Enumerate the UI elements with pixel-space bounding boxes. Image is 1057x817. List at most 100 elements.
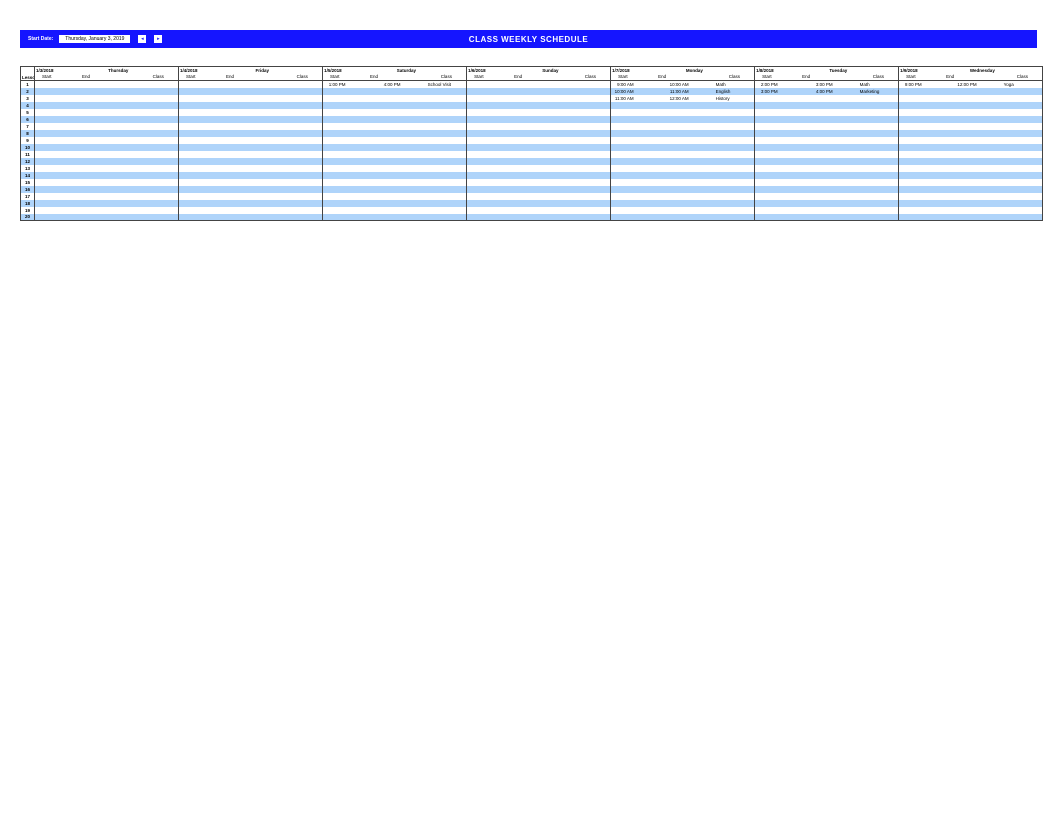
- cell-class[interactable]: [139, 123, 179, 130]
- cell-end[interactable]: [491, 95, 546, 102]
- cell-class[interactable]: [1003, 123, 1043, 130]
- cell-class[interactable]: [283, 88, 323, 95]
- cell-class[interactable]: [283, 186, 323, 193]
- cell-class[interactable]: [715, 200, 755, 207]
- cell-end[interactable]: [203, 151, 258, 158]
- cell-start[interactable]: [179, 179, 203, 186]
- cell-start[interactable]: [179, 109, 203, 116]
- cell-start[interactable]: [467, 144, 491, 151]
- cell-start[interactable]: [611, 207, 635, 214]
- cell-end[interactable]: [635, 179, 690, 186]
- cell-class[interactable]: [859, 158, 899, 165]
- cell-start[interactable]: 9:00 AM: [611, 81, 635, 88]
- cell-class[interactable]: [139, 116, 179, 123]
- cell-end[interactable]: [635, 144, 690, 151]
- cell-start[interactable]: [179, 165, 203, 172]
- cell-start[interactable]: [611, 130, 635, 137]
- cell-start[interactable]: [467, 81, 491, 88]
- cell-end[interactable]: [635, 165, 690, 172]
- cell-end[interactable]: [779, 207, 834, 214]
- cell-class[interactable]: [715, 130, 755, 137]
- cell-end[interactable]: [59, 214, 114, 221]
- cell-class[interactable]: [715, 214, 755, 221]
- cell-start[interactable]: [467, 158, 491, 165]
- cell-end[interactable]: [923, 193, 978, 200]
- start-date-input[interactable]: Thursday, January 3, 2019: [59, 35, 130, 43]
- cell-class[interactable]: [859, 172, 899, 179]
- cell-start[interactable]: [35, 144, 59, 151]
- cell-start[interactable]: [899, 116, 923, 123]
- cell-start[interactable]: [179, 207, 203, 214]
- cell-start[interactable]: [179, 123, 203, 130]
- cell-start[interactable]: [35, 95, 59, 102]
- cell-start[interactable]: [611, 102, 635, 109]
- cell-start[interactable]: [755, 200, 779, 207]
- cell-class[interactable]: [427, 193, 467, 200]
- cell-start[interactable]: [899, 165, 923, 172]
- cell-end[interactable]: [635, 172, 690, 179]
- cell-class[interactable]: [427, 102, 467, 109]
- cell-class[interactable]: [571, 214, 611, 221]
- cell-class[interactable]: [139, 81, 179, 88]
- cell-start[interactable]: [611, 109, 635, 116]
- cell-class[interactable]: [139, 102, 179, 109]
- cell-start[interactable]: [467, 165, 491, 172]
- cell-class[interactable]: [427, 88, 467, 95]
- cell-class[interactable]: [427, 123, 467, 130]
- cell-start[interactable]: [755, 193, 779, 200]
- cell-start[interactable]: [323, 193, 347, 200]
- cell-start[interactable]: [35, 193, 59, 200]
- cell-class[interactable]: [571, 102, 611, 109]
- cell-end[interactable]: 10:00 AM: [635, 81, 690, 88]
- cell-start[interactable]: [35, 200, 59, 207]
- cell-class[interactable]: [1003, 158, 1043, 165]
- cell-class[interactable]: [859, 193, 899, 200]
- cell-class[interactable]: [859, 123, 899, 130]
- cell-class[interactable]: [139, 200, 179, 207]
- cell-end[interactable]: [923, 95, 978, 102]
- cell-class[interactable]: [283, 130, 323, 137]
- cell-end[interactable]: [779, 144, 834, 151]
- cell-end[interactable]: [779, 151, 834, 158]
- cell-start[interactable]: [323, 186, 347, 193]
- cell-start[interactable]: [755, 95, 779, 102]
- cell-class[interactable]: [1003, 130, 1043, 137]
- cell-start[interactable]: [611, 214, 635, 221]
- cell-start[interactable]: [755, 179, 779, 186]
- cell-start[interactable]: [611, 123, 635, 130]
- cell-class[interactable]: [859, 165, 899, 172]
- cell-start[interactable]: [755, 137, 779, 144]
- cell-end[interactable]: 4:00 PM: [779, 88, 834, 95]
- cell-start[interactable]: [899, 193, 923, 200]
- cell-end[interactable]: [203, 172, 258, 179]
- cell-end[interactable]: [491, 200, 546, 207]
- cell-end[interactable]: [779, 123, 834, 130]
- cell-end[interactable]: [635, 130, 690, 137]
- cell-start[interactable]: [35, 186, 59, 193]
- cell-class[interactable]: [427, 95, 467, 102]
- cell-end[interactable]: [59, 102, 114, 109]
- cell-end[interactable]: [491, 151, 546, 158]
- cell-end[interactable]: [347, 95, 402, 102]
- cell-end[interactable]: [491, 130, 546, 137]
- cell-end[interactable]: [923, 144, 978, 151]
- cell-class[interactable]: [715, 116, 755, 123]
- cell-end[interactable]: [491, 165, 546, 172]
- cell-start[interactable]: [35, 165, 59, 172]
- cell-start[interactable]: [35, 214, 59, 221]
- cell-end[interactable]: [203, 179, 258, 186]
- cell-start[interactable]: [755, 130, 779, 137]
- cell-end[interactable]: [347, 172, 402, 179]
- cell-class[interactable]: [139, 172, 179, 179]
- cell-class[interactable]: [283, 102, 323, 109]
- cell-class[interactable]: [139, 109, 179, 116]
- cell-start[interactable]: [611, 186, 635, 193]
- cell-end[interactable]: [923, 186, 978, 193]
- cell-class[interactable]: [715, 144, 755, 151]
- cell-end[interactable]: [59, 130, 114, 137]
- cell-start[interactable]: [755, 158, 779, 165]
- cell-start[interactable]: [467, 172, 491, 179]
- cell-start[interactable]: [755, 165, 779, 172]
- cell-end[interactable]: [491, 81, 546, 88]
- cell-class[interactable]: [571, 193, 611, 200]
